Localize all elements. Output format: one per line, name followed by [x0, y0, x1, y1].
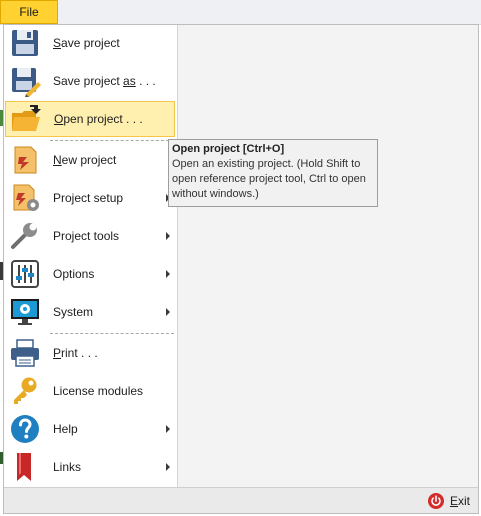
menu-item-project-tools[interactable]: Project tools: [5, 218, 175, 254]
menu-item-options[interactable]: Options: [5, 256, 175, 292]
menu-separator: [50, 140, 174, 141]
printer-icon: [11, 339, 39, 367]
submenu-arrow-icon: [166, 232, 170, 240]
menu-item-new-project[interactable]: New project: [5, 142, 175, 178]
menu-footer: Exit: [4, 487, 478, 513]
menu-item-system[interactable]: System: [5, 294, 175, 330]
submenu-arrow-icon: [166, 308, 170, 316]
menu-item-links[interactable]: Links: [5, 449, 175, 485]
exit-label: Exit: [449, 494, 470, 508]
title-bar: [0, 0, 481, 25]
open-project-tooltip: Open project [Ctrl+O] Open an existing p…: [168, 139, 378, 207]
bookmark-icon: [17, 453, 31, 481]
sliders-icon: [11, 260, 39, 288]
help-icon: [11, 415, 39, 443]
save-as-icon: [12, 68, 41, 97]
submenu-arrow-icon: [166, 425, 170, 433]
system-monitor-icon: [11, 299, 39, 325]
app-frame: File Save project Save project as . . . …: [0, 0, 481, 516]
menu-item-save-project[interactable]: Save project: [5, 25, 175, 61]
submenu-arrow-icon: [166, 270, 170, 278]
submenu-arrow-icon: [166, 463, 170, 471]
menu-item-open-project[interactable]: Open project . . .: [5, 101, 175, 137]
project-setup-icon: [13, 184, 39, 211]
open-folder-icon: [12, 105, 41, 131]
new-project-icon: [14, 146, 37, 174]
wrench-icon: [11, 223, 37, 249]
tooltip-body: Open an existing project. (Hold Shift to…: [172, 158, 366, 200]
menu-item-help[interactable]: Help: [5, 411, 175, 447]
power-icon: [427, 493, 444, 509]
exit-button[interactable]: Exit: [427, 493, 470, 509]
menu-recent-panel: [178, 25, 478, 489]
menu-item-project-setup[interactable]: Project setup: [5, 180, 175, 216]
tooltip-title: Open project [Ctrl+O]: [172, 143, 285, 155]
menu-separator: [50, 333, 174, 334]
menu-item-print[interactable]: Print . . .: [5, 335, 175, 371]
menu-item-save-project-as[interactable]: Save project as . . .: [5, 63, 175, 99]
key-icon: [14, 377, 37, 404]
file-menu-dropdown: Save project Save project as . . . Open …: [3, 24, 479, 514]
floppy-disk-icon: [12, 30, 38, 56]
menu-items-panel: Save project Save project as . . . Open …: [4, 25, 178, 489]
file-menu-button[interactable]: File: [0, 0, 58, 24]
menu-item-license-modules[interactable]: License modules: [5, 373, 175, 409]
file-menu-label: File: [19, 5, 39, 19]
